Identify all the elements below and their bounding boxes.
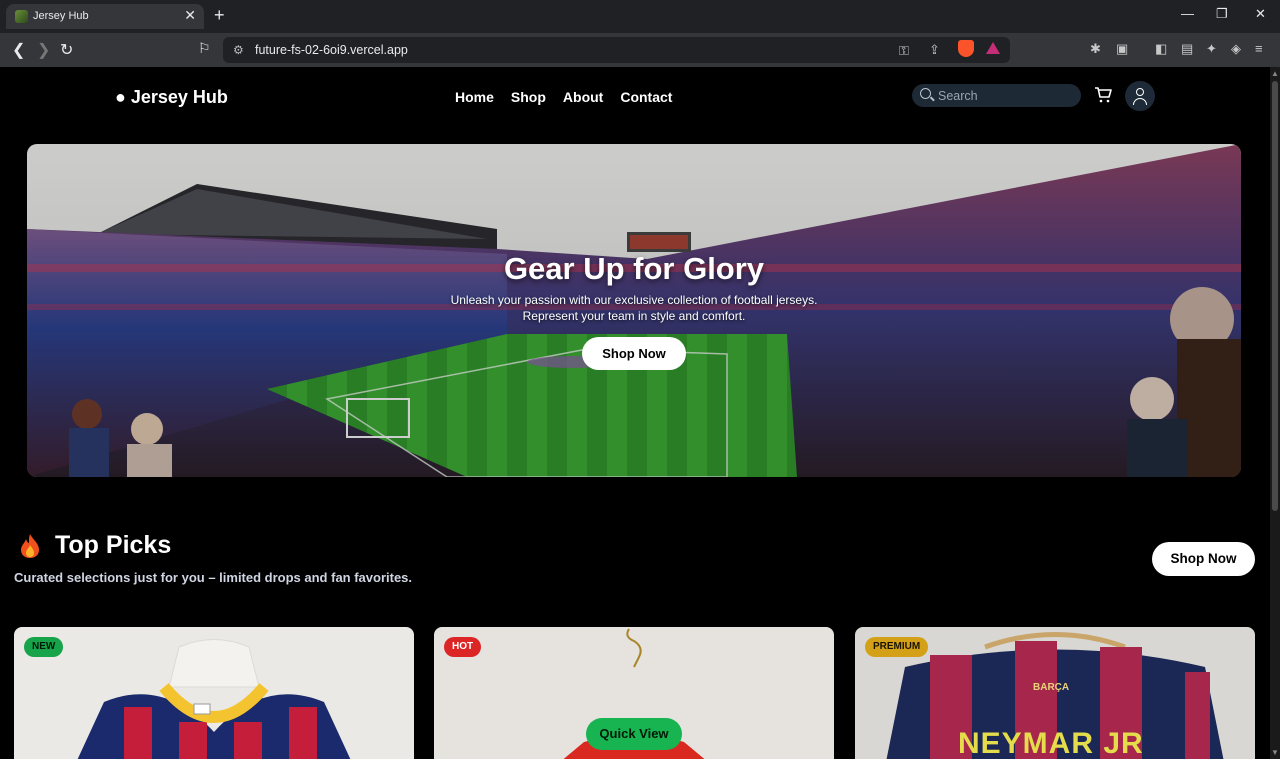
product-card[interactable]: BARÇA NEYMAR JR PREMIUM (855, 627, 1255, 759)
site-favicon-icon (15, 10, 28, 23)
fire-icon (21, 534, 39, 558)
hero-title: Gear Up for Glory (503, 251, 765, 286)
vpn-icon[interactable]: ◈ (1231, 41, 1241, 57)
nav-about[interactable]: About (563, 89, 603, 105)
badge-new: NEW (24, 637, 64, 657)
main-nav: Home Shop About Contact (455, 89, 689, 105)
user-icon (1136, 88, 1144, 96)
product-card[interactable]: HOT Quick View (434, 627, 834, 759)
close-window-button[interactable]: ✕ (1255, 6, 1266, 22)
hero-subtitle: Unleash your passion with our exclusive … (27, 292, 1241, 324)
cart-icon[interactable] (1094, 87, 1112, 103)
hero-banner: Gear Up for Glory Unleash your passion w… (27, 144, 1241, 477)
new-tab-button[interactable]: + (214, 5, 225, 26)
section-subtitle: Curated selections just for you – limite… (14, 570, 413, 585)
bookmark-icon[interactable]: ⚐ (198, 40, 211, 57)
scroll-up-icon[interactable]: ▲ (1271, 69, 1279, 78)
top-picks-shop-now-button[interactable]: Shop Now (1152, 542, 1255, 576)
tab-title: Jersey Hub (33, 10, 89, 22)
reload-icon[interactable]: ↻ (60, 40, 73, 60)
browser-tab[interactable]: Jersey Hub ✕ (6, 4, 204, 29)
nav-contact[interactable]: Contact (620, 89, 672, 105)
sidebar-icon[interactable]: ◧ (1155, 41, 1167, 57)
scrollbar-thumb[interactable] (1272, 81, 1278, 511)
scroll-down-icon[interactable]: ▼ (1271, 748, 1279, 757)
hero-subtitle-line-2: Represent your team in style and comfort… (522, 309, 746, 323)
close-tab-icon[interactable]: ✕ (184, 7, 196, 24)
search-icon (920, 88, 931, 99)
search-box (912, 84, 1081, 107)
search-input[interactable] (938, 87, 1073, 104)
jersey-player-name: NEYMAR JR (958, 727, 1144, 759)
minimize-button[interactable]: — (1181, 6, 1194, 21)
address-bar[interactable]: ⚙ future-fs-02-6oi9.vercel.app ⚿ ⇪ (223, 37, 1010, 63)
browser-tab-bar: Jersey Hub ✕ + — ❐ ✕ (0, 0, 1280, 33)
badge-hot: HOT (444, 637, 482, 657)
jersey-image (14, 627, 414, 759)
brave-shields-icon[interactable] (958, 40, 974, 57)
url-text[interactable]: future-fs-02-6oi9.vercel.app (255, 43, 408, 57)
user-account-button[interactable] (1125, 81, 1155, 111)
jersey-club-text: BARÇA (1033, 682, 1070, 693)
share-icon[interactable]: ⇪ (929, 42, 940, 58)
wallet-icon[interactable]: ▤ (1181, 41, 1193, 57)
page: ● Jersey Hub Home Shop About Contact Sea… (0, 67, 1270, 759)
browser-toolbar: ❮ ❯ ↻ ⚐ ⚙ future-fs-02-6oi9.vercel.app ⚿… (0, 33, 1280, 67)
product-card[interactable]: NEW (14, 627, 414, 759)
menu-icon[interactable]: ≡ (1255, 41, 1263, 56)
reader-mode-icon[interactable]: ▣ (1116, 41, 1128, 57)
site-settings-icon[interactable]: ⚙ (233, 43, 244, 57)
maximize-button[interactable]: ❐ (1216, 6, 1228, 22)
nav-shop[interactable]: Shop (511, 89, 546, 105)
nav-home[interactable]: Home (455, 89, 494, 105)
back-icon[interactable]: ❮ (12, 40, 25, 60)
forward-icon[interactable]: ❯ (37, 40, 50, 60)
hero-shop-now-button[interactable]: Shop Now (582, 337, 686, 370)
extensions-icon[interactable]: ✱ (1090, 41, 1101, 57)
badge-premium: PREMIUM (865, 637, 929, 657)
brave-rewards-icon[interactable] (986, 42, 1000, 54)
section-title: Top Picks (55, 531, 172, 559)
brand-logo[interactable]: ● Jersey Hub (115, 87, 228, 108)
page-scrollbar[interactable]: ▲ ▼ (1270, 67, 1280, 759)
leo-ai-icon[interactable]: ✦ (1206, 41, 1217, 57)
key-icon[interactable]: ⚿ (899, 43, 909, 59)
hero-subtitle-line-1: Unleash your passion with our exclusive … (450, 293, 818, 307)
quick-view-button[interactable]: Quick View (586, 718, 682, 750)
